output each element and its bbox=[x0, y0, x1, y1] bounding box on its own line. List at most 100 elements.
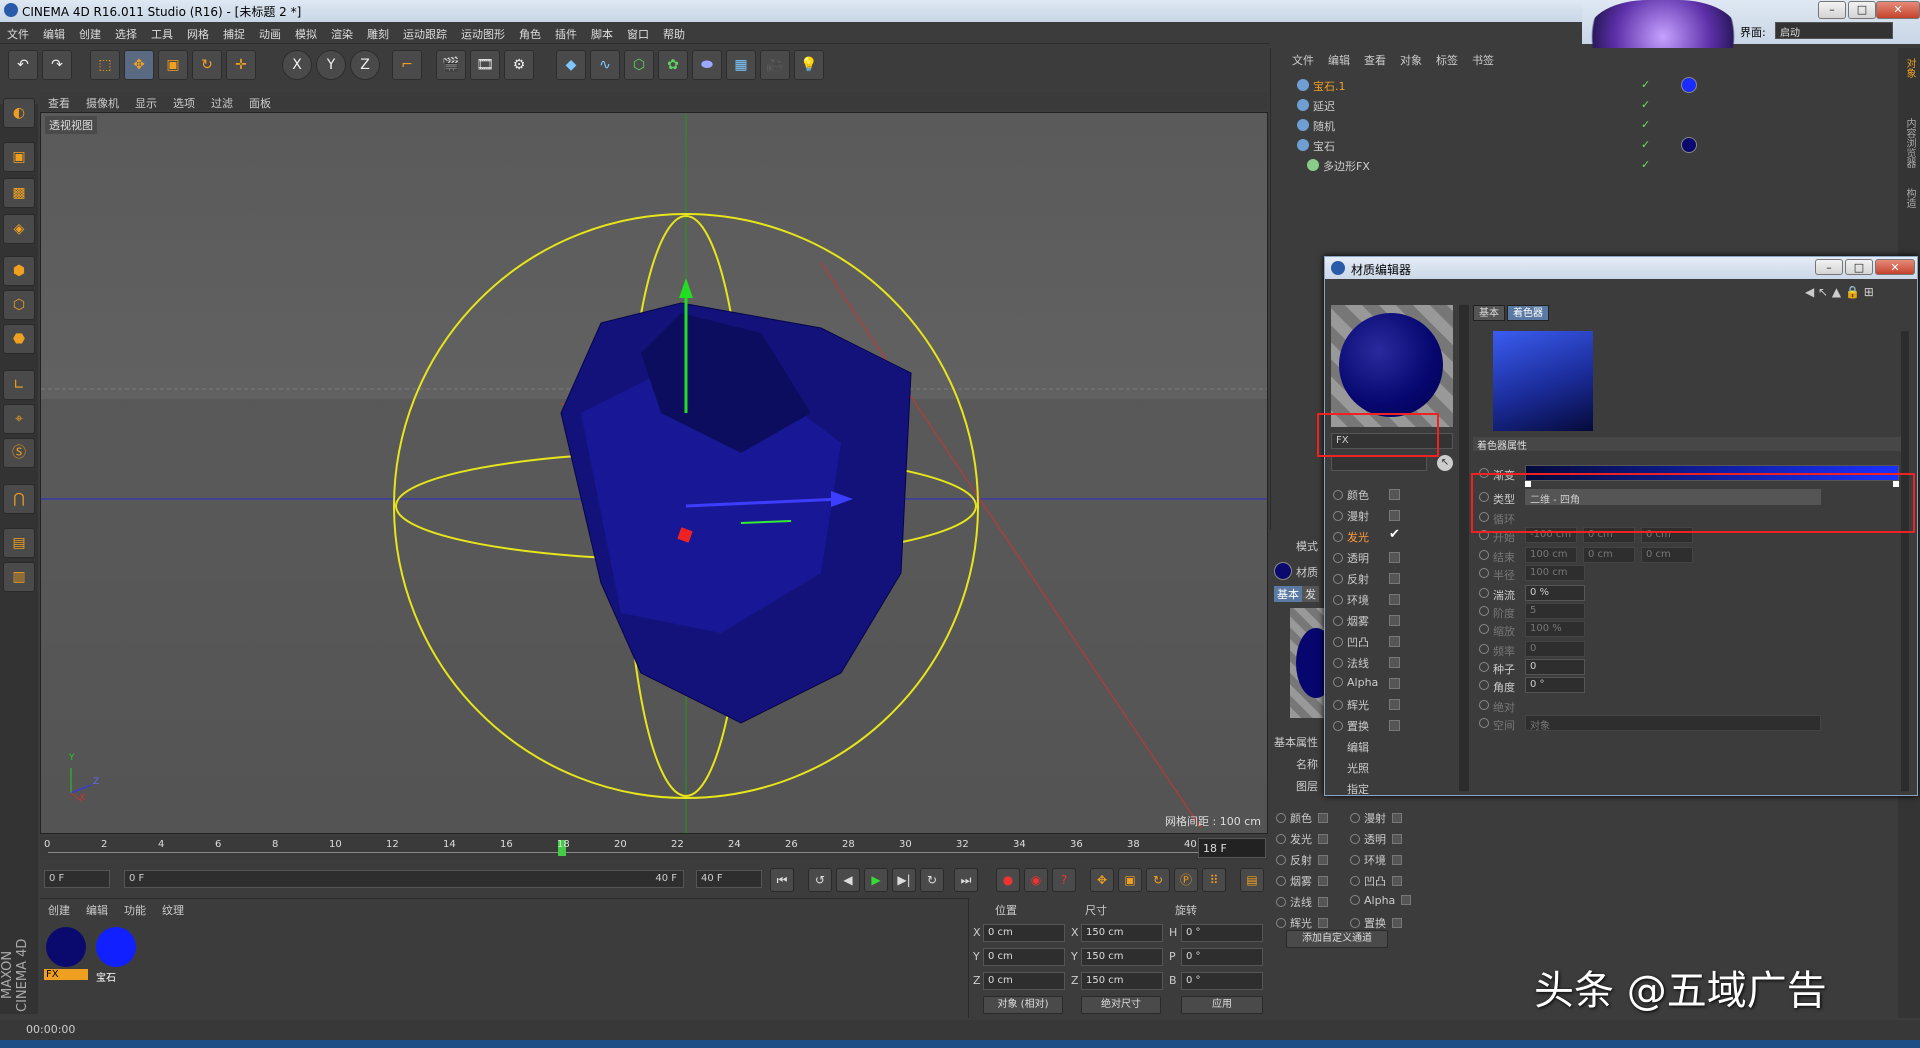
texture-mode-icon[interactable]: ▩ bbox=[3, 178, 35, 208]
add-custom-channel-button[interactable]: 添加自定义通道 bbox=[1286, 930, 1388, 948]
attr-channel-left[interactable]: 烟雾 bbox=[1276, 873, 1328, 889]
coordinate-system-icon[interactable]: ⌐ bbox=[392, 50, 422, 80]
object-row[interactable]: 宝石.1 ✓ bbox=[1277, 76, 1877, 94]
render-picture-viewer-icon[interactable]: 🎞 bbox=[470, 50, 500, 80]
editor-maximize-button[interactable]: □ bbox=[1845, 259, 1873, 275]
workplane-lock-icon[interactable]: ▤ bbox=[3, 528, 35, 558]
attr-channel-left[interactable]: 法线 bbox=[1276, 894, 1328, 910]
channel-checkbox[interactable] bbox=[1389, 657, 1400, 668]
editor-channel[interactable]: 颜色 bbox=[1333, 487, 1449, 505]
visibility-check-icon[interactable]: ✓ bbox=[1641, 138, 1650, 151]
editor-channel[interactable]: 环境 bbox=[1333, 592, 1449, 610]
end-z[interactable]: 0 cm bbox=[1641, 547, 1693, 563]
axis-mode-icon[interactable]: ∟ bbox=[3, 370, 35, 400]
menu-item-15[interactable]: 脚本 bbox=[584, 22, 620, 42]
attr-tab-basic[interactable]: 基本 bbox=[1274, 586, 1302, 602]
viewport-menu-item-4[interactable]: 过滤 bbox=[203, 92, 241, 111]
key-param-icon[interactable]: Ⓟ bbox=[1174, 868, 1198, 892]
attr-channel-right[interactable]: 置换 bbox=[1350, 915, 1402, 931]
attr-channel-right[interactable]: Alpha bbox=[1350, 894, 1412, 907]
subdivision-icon[interactable]: ⬡ bbox=[624, 50, 654, 80]
floor-icon[interactable]: ▦ bbox=[726, 50, 756, 80]
attr-channel-right[interactable]: 漫射 bbox=[1350, 810, 1402, 826]
objmgr-menu-item-4[interactable]: 标签 bbox=[1429, 48, 1465, 68]
menu-item-16[interactable]: 窗口 bbox=[620, 22, 656, 42]
type-select[interactable]: 二维 - 四角 bbox=[1525, 489, 1821, 506]
object-row[interactable]: 多边形FX ✓ bbox=[1277, 156, 1877, 174]
attr-channel-left[interactable]: 颜色 bbox=[1276, 810, 1328, 826]
autokey-icon[interactable]: ◉ bbox=[1024, 868, 1048, 892]
channel-checkbox[interactable] bbox=[1401, 895, 1412, 905]
objmgr-menu-item-0[interactable]: 文件 bbox=[1285, 48, 1321, 68]
shader-scrollbar[interactable] bbox=[1901, 331, 1909, 791]
menu-item-1[interactable]: 编辑 bbox=[36, 22, 72, 42]
material-thumb[interactable]: 宝石 bbox=[94, 925, 138, 984]
timeline[interactable]: 0 2 4 6 8 10 12 14 16 18 20 22 24 26 28 30 32 34 36 38 40 bbox=[40, 836, 1268, 860]
channel-checkbox[interactable] bbox=[1389, 573, 1400, 584]
channel-checkbox[interactable] bbox=[1389, 489, 1400, 500]
attr-channel-right[interactable]: 透明 bbox=[1350, 831, 1402, 847]
pick-arrow-icon[interactable]: ↖ bbox=[1437, 455, 1453, 471]
editor-channel[interactable]: 反射 bbox=[1333, 571, 1449, 589]
channel-checkbox[interactable] bbox=[1392, 876, 1402, 886]
menu-item-9[interactable]: 渲染 bbox=[324, 22, 360, 42]
recent-tool-icon[interactable]: ✛ bbox=[226, 50, 256, 80]
channel-checkbox[interactable] bbox=[1389, 615, 1400, 626]
material-preview[interactable] bbox=[1331, 305, 1453, 427]
pos-y-field[interactable]: 0 cm bbox=[983, 948, 1065, 966]
prev-key-icon[interactable]: ↺ bbox=[808, 868, 832, 892]
menu-item-2[interactable]: 创建 bbox=[72, 22, 108, 42]
object-row[interactable]: 随机 ✓ bbox=[1277, 116, 1877, 134]
channel-checkbox[interactable] bbox=[1318, 834, 1328, 844]
material-thumb[interactable]: FX bbox=[44, 925, 88, 983]
menu-item-8[interactable]: 模拟 bbox=[288, 22, 324, 42]
go-to-start-icon[interactable]: ⏮ bbox=[770, 868, 794, 892]
play-icon[interactable]: ▶ bbox=[864, 868, 888, 892]
visibility-check-icon[interactable]: ✓ bbox=[1641, 78, 1650, 91]
channel-checkbox[interactable] bbox=[1318, 876, 1328, 886]
spline-pen-icon[interactable]: ∿ bbox=[590, 50, 620, 80]
edges-mode-icon[interactable]: ⬡ bbox=[3, 290, 35, 320]
interface-select[interactable]: 启动 bbox=[1775, 22, 1893, 39]
maximize-button[interactable]: □ bbox=[1848, 1, 1876, 19]
menu-item-0[interactable]: 文件 bbox=[0, 22, 36, 42]
object-row[interactable]: 延迟 ✓ bbox=[1277, 96, 1877, 114]
pos-z-field[interactable]: 0 cm bbox=[983, 972, 1065, 990]
x-axis-lock-icon[interactable]: X bbox=[282, 50, 312, 80]
channel-checkbox[interactable] bbox=[1392, 834, 1402, 844]
z-axis-lock-icon[interactable]: Z bbox=[350, 50, 380, 80]
size-mode-select[interactable]: 绝对尺寸 bbox=[1081, 996, 1161, 1014]
objmgr-menu-item-5[interactable]: 书签 bbox=[1465, 48, 1501, 68]
editor-extra-item[interactable]: 编辑 bbox=[1347, 739, 1463, 757]
rot-h-field[interactable]: 0 ° bbox=[1181, 924, 1263, 942]
channel-checkbox[interactable] bbox=[1389, 510, 1400, 521]
channel-checkbox[interactable] bbox=[1392, 918, 1402, 928]
editor-channel[interactable]: 漫射 bbox=[1333, 508, 1449, 526]
menu-item-11[interactable]: 运动跟踪 bbox=[396, 22, 454, 42]
channel-checkbox[interactable] bbox=[1389, 594, 1400, 605]
objmgr-menu-item-1[interactable]: 编辑 bbox=[1321, 48, 1357, 68]
undo-icon[interactable]: ↶ bbox=[8, 50, 38, 80]
attr-channel-left[interactable]: 辉光 bbox=[1276, 915, 1328, 931]
editor-channel[interactable]: 烟雾 bbox=[1333, 613, 1449, 631]
select-icon[interactable]: ⬚ bbox=[90, 50, 120, 80]
gradient-bar[interactable] bbox=[1525, 465, 1899, 481]
editor-channel[interactable]: Alpha bbox=[1333, 676, 1449, 694]
range-slider[interactable]: 0 F 40 F bbox=[124, 870, 684, 888]
key-rotation-icon[interactable]: ↻ bbox=[1146, 868, 1170, 892]
checkmark-icon[interactable]: ✔ bbox=[1389, 527, 1400, 542]
viewport[interactable]: 透视视图 Y Z X 网格间距 : 100 cm bbox=[40, 112, 1268, 834]
object-row[interactable]: 宝石 ✓ bbox=[1277, 136, 1877, 154]
attr-tab-fx[interactable]: 发 bbox=[1302, 586, 1319, 602]
next-key-icon[interactable]: ↻ bbox=[920, 868, 944, 892]
shader-tab-shader[interactable]: 着色器 bbox=[1507, 305, 1549, 321]
visibility-check-icon[interactable]: ✓ bbox=[1641, 98, 1650, 111]
editor-channel[interactable]: 透明 bbox=[1333, 550, 1449, 568]
record-icon[interactable]: ● bbox=[996, 868, 1020, 892]
channel-checkbox[interactable] bbox=[1392, 813, 1402, 823]
attr-channel-left[interactable]: 发光 bbox=[1276, 831, 1328, 847]
camera-icon[interactable]: 🎥 bbox=[760, 50, 790, 80]
keyframe-selection-icon[interactable]: ? bbox=[1052, 868, 1076, 892]
scale-icon[interactable]: ▣ bbox=[158, 50, 188, 80]
snap-icon[interactable]: ⋂ bbox=[3, 484, 35, 514]
